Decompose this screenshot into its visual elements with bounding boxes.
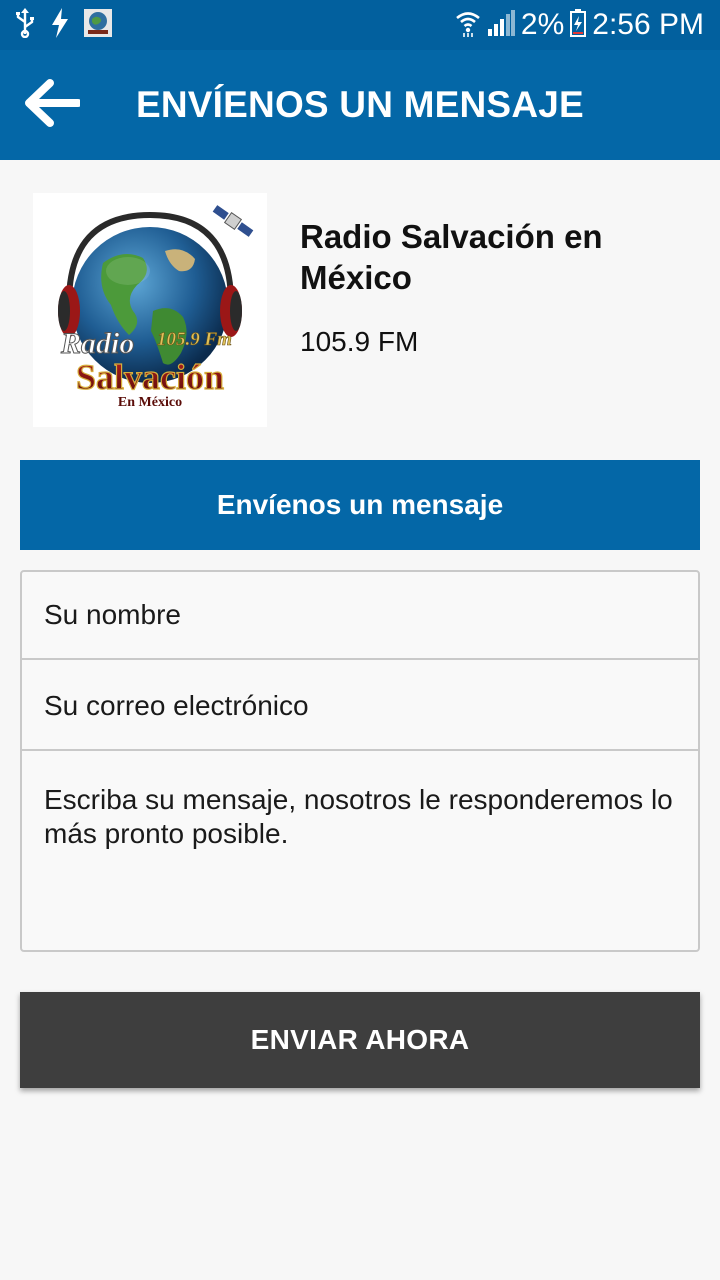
name-input[interactable]: [22, 572, 698, 660]
wifi-icon: [455, 9, 481, 42]
app-notification-icon: [84, 8, 112, 42]
svg-text:Radio: Radio: [60, 327, 134, 360]
back-button[interactable]: [18, 72, 84, 138]
battery-percent: 2%: [520, 8, 565, 41]
svg-text:Salvación: Salvación: [76, 357, 224, 397]
app-bar: ENVÍENOS UN MENSAJE: [0, 50, 720, 160]
contact-form: [20, 570, 700, 952]
status-bar: 2% 2:56 PM: [0, 0, 720, 50]
station-name: Radio Salvación en México: [300, 218, 603, 296]
send-now-button[interactable]: ENVIAR AHORA: [20, 992, 700, 1088]
svg-text:105.9 Fm: 105.9 Fm: [157, 329, 232, 350]
status-time: 2:56 PM: [592, 8, 704, 41]
page-title: ENVÍENOS UN MENSAJE: [136, 84, 584, 125]
battery-icon: [570, 8, 587, 42]
signal-icon: [487, 9, 515, 41]
charging-bolt-icon: [50, 7, 70, 43]
status-right-icons: 2% 2:56 PM: [455, 6, 704, 44]
station-logo: Radio 105.9 Fm Salvación En México: [33, 193, 267, 427]
station-frequency: 105.9 FM: [300, 326, 419, 357]
station-card: Radio 105.9 Fm Salvación En México Radio…: [0, 160, 720, 450]
email-input[interactable]: [22, 662, 698, 751]
arrow-left-icon: [22, 78, 82, 133]
contact-form-header: Envíenos un mensaje: [20, 460, 700, 550]
message-textarea[interactable]: [22, 753, 698, 948]
usb-icon: [14, 7, 36, 43]
svg-text:En México: En México: [118, 395, 182, 410]
status-left-icons: [14, 7, 112, 43]
